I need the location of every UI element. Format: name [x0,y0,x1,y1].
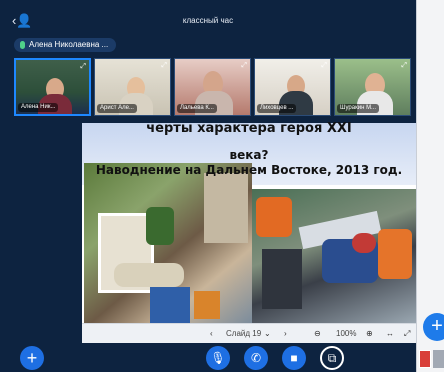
slide-title-line-1: черты характера героя XXI [146,121,352,136]
camera-button[interactable]: ■ [282,346,306,370]
microphone-icon [20,41,25,49]
slide-select-chevron-icon[interactable]: ⌄ [264,327,271,341]
right-side-panel: + [416,0,444,372]
bottom-toolbar: + 🎙 ✆ ■ ⧉ [0,346,416,372]
screen-share-button[interactable]: ⧉ [320,346,344,370]
next-slide-icon[interactable]: › [284,327,287,341]
participant-name: Шуракин М... [337,104,380,113]
expand-icon[interactable]: ⤢ [161,62,167,70]
expand-icon[interactable]: ⤢ [80,63,86,71]
zoom-in-icon[interactable]: ⊕ [366,327,373,341]
top-bar: ‹👤 классный час [0,0,416,40]
slide-title-line-2: века? [229,148,269,162]
expand-icon[interactable]: ⤢ [241,62,247,70]
phone-icon: ✆ [250,351,262,365]
participant-tile[interactable]: ⤢ Лальева К... [174,58,251,116]
slide-title-line-3: Наводнение на Дальнем Востоке, 2013 год. [95,163,403,177]
add-button[interactable]: + [20,346,44,370]
side-add-icon[interactable]: + [423,313,444,341]
phone-button[interactable]: ✆ [244,346,268,370]
page-title: классный час [182,16,234,25]
presentation-slide: черты характера героя XXI века? Наводнен… [82,121,416,343]
camera-icon: ■ [290,351,298,365]
participant-tile[interactable]: ⤢ Шуракин М... [334,58,411,116]
presenter-name: Алена Николаевна ... [29,40,109,49]
participant-name: Лиховцев ... [257,104,297,113]
previous-slide-icon[interactable]: ‹ [210,327,213,341]
participant-tile[interactable]: ⤢ Арист Але... [94,58,171,116]
microphone-icon: 🎙 [210,351,226,365]
fit-width-icon[interactable]: ↔ [386,327,394,341]
side-tile-gray [433,350,444,368]
participant-name: Лальева К... [177,104,217,113]
side-tile-red [419,350,431,368]
fullscreen-icon[interactable]: ⤢ [404,327,410,341]
conference-app: ‹👤 классный час Алена Николаевна ... ⤢ А… [0,0,416,372]
slide-toolbar: ‹ Слайд 19 ⌄ › ⊖ 100% ⊕ ↔ ⤢ [82,323,416,343]
participant-tile[interactable]: ⤢ Лиховцев ... [254,58,331,116]
participant-name: Арист Але... [97,104,137,113]
microphone-button[interactable]: 🎙 [206,346,230,370]
participant-thumbnails: ⤢ Алена Ник... ⤢ Арист Але... ⤢ Лальева … [14,58,416,116]
expand-icon[interactable]: ⤢ [321,62,327,70]
participant-name: Алена Ник... [18,103,59,112]
slide-photo-right [252,189,416,323]
participant-tile[interactable]: ⤢ Алена Ник... [14,58,91,116]
zoom-out-icon[interactable]: ⊖ [314,327,321,341]
presenter-badge[interactable]: Алена Николаевна ... [14,38,117,52]
zoom-level: 100% [336,329,357,338]
slide-number-label: Слайд 19 [226,329,262,338]
screen-share-icon: ⧉ [327,351,337,365]
slide-photo-left [84,163,252,323]
expand-icon[interactable]: ⤢ [401,62,407,70]
